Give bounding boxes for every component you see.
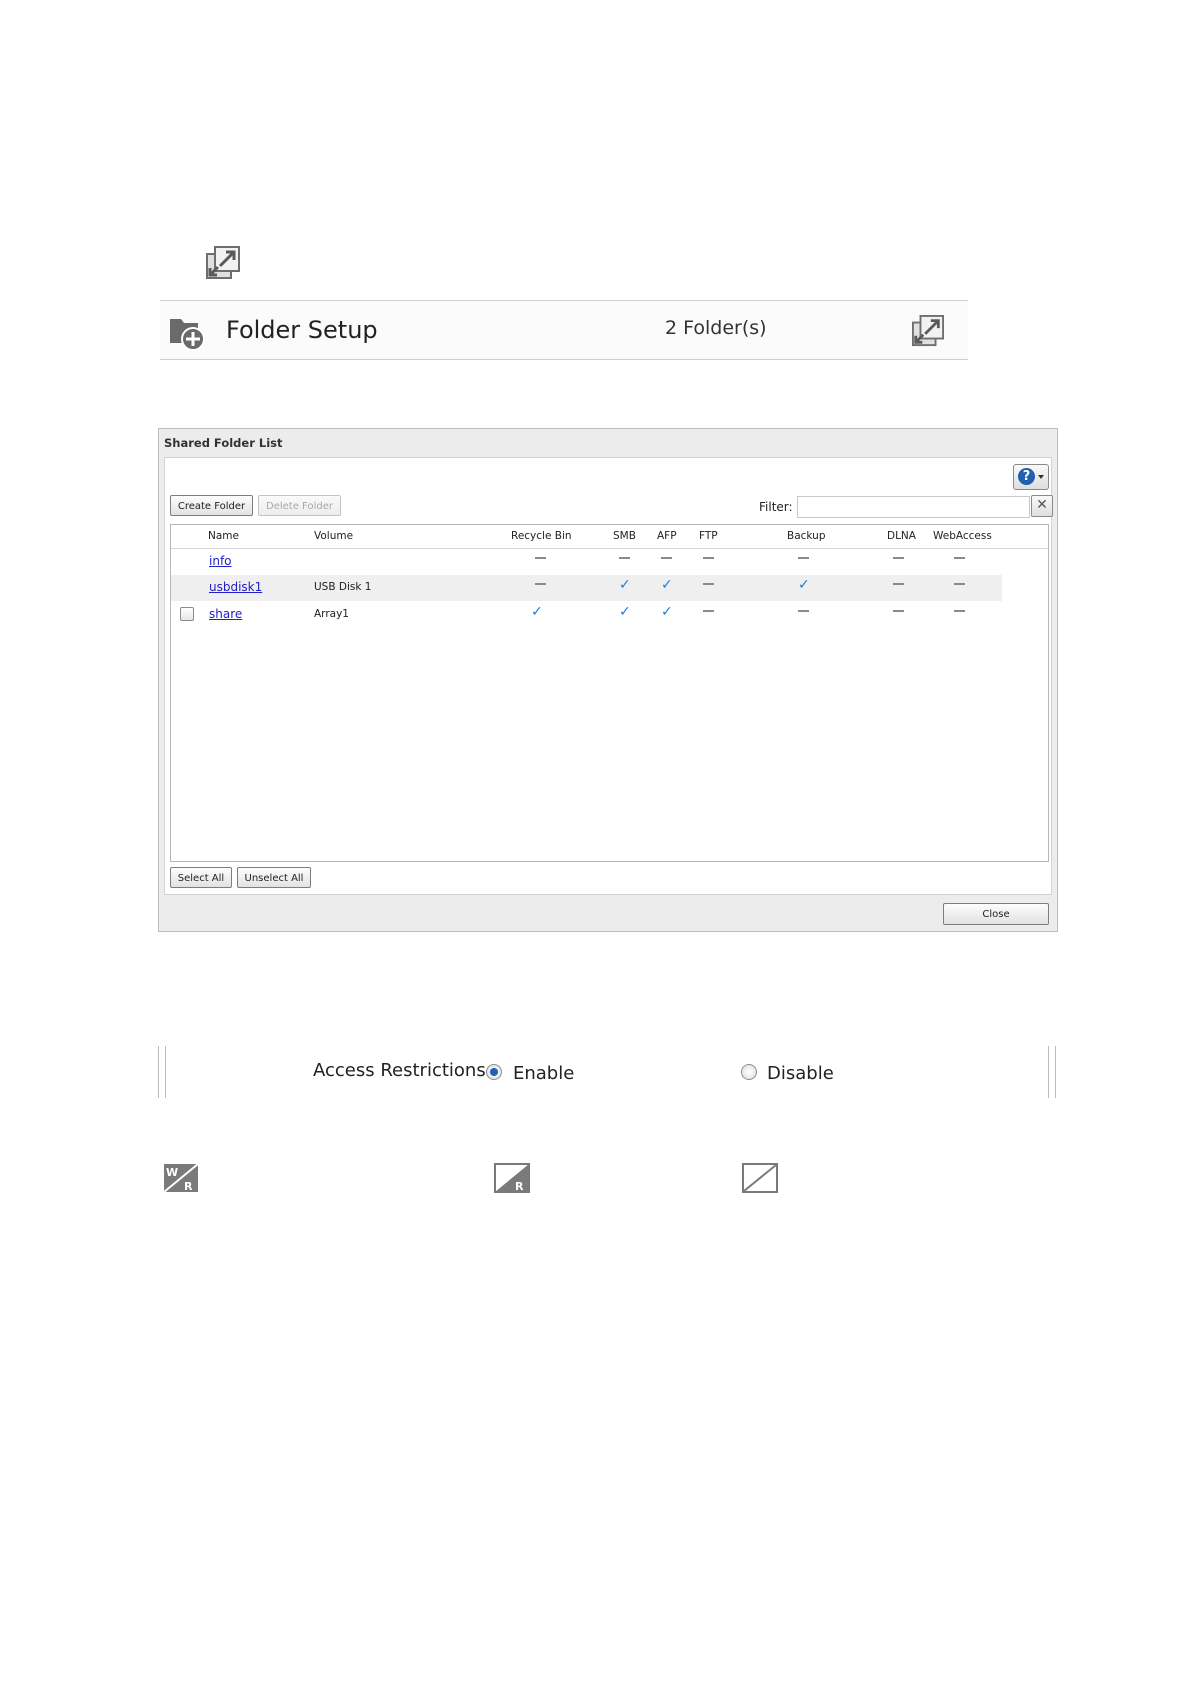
dialog-title: Shared Folder List	[164, 436, 283, 450]
disable-option-label[interactable]: Disable	[767, 1063, 834, 1084]
dash-icon	[798, 610, 809, 612]
caret-down-icon	[1038, 475, 1044, 479]
dash-icon	[798, 557, 809, 559]
page-title: Folder Setup	[226, 316, 378, 344]
expand-icon[interactable]	[912, 315, 944, 347]
check-icon: ✓	[661, 604, 673, 620]
column-header[interactable]: FTP	[699, 530, 718, 542]
dash-icon	[535, 557, 546, 559]
create-folder-button[interactable]: Create Folder	[170, 495, 253, 516]
folder-link[interactable]: info	[209, 554, 232, 568]
radio-selected-icon[interactable]	[486, 1064, 502, 1080]
check-icon: ✓	[531, 604, 543, 620]
filter-input[interactable]	[797, 496, 1030, 518]
check-icon: ✓	[619, 604, 631, 620]
table-row[interactable]: usbdisk1 USB Disk 1 ✓ ✓ ✓	[171, 575, 1002, 601]
folder-link[interactable]: usbdisk1	[209, 580, 262, 594]
folder-count: 2 Folder(s)	[665, 317, 767, 339]
dash-icon	[893, 583, 904, 585]
volume-cell: USB Disk 1	[314, 581, 372, 593]
dash-icon	[661, 557, 672, 559]
check-icon: ✓	[661, 577, 673, 593]
dash-icon	[619, 557, 630, 559]
row-checkbox[interactable]	[180, 607, 194, 621]
radio-unselected-icon[interactable]	[741, 1064, 757, 1080]
dash-icon	[703, 583, 714, 585]
svg-text:R: R	[515, 1180, 524, 1193]
dash-icon	[954, 610, 965, 612]
dialog-body: ? Create Folder Delete Folder Filter: ✕ …	[164, 457, 1053, 895]
table-header: Name Volume Recycle Bin SMB AFP FTP Back…	[171, 525, 1048, 549]
check-icon: ✓	[798, 577, 810, 593]
clear-filter-button[interactable]: ✕	[1031, 495, 1053, 517]
table-row[interactable]: share Array1 ✓ ✓ ✓	[171, 602, 1002, 628]
column-header[interactable]: Backup	[787, 530, 826, 542]
column-header[interactable]: DLNA	[887, 530, 916, 542]
column-header[interactable]: WebAccess	[933, 530, 992, 542]
column-header[interactable]: Name	[208, 530, 239, 542]
question-icon: ?	[1018, 468, 1035, 485]
folder-table: Name Volume Recycle Bin SMB AFP FTP Back…	[170, 524, 1049, 862]
close-button[interactable]: Close	[943, 903, 1049, 925]
dash-icon	[893, 610, 904, 612]
column-header[interactable]: Volume	[314, 530, 353, 542]
dash-icon	[954, 583, 965, 585]
table-row[interactable]: info	[171, 549, 1002, 575]
dash-icon	[893, 557, 904, 559]
divider	[158, 1046, 166, 1098]
enable-option-label[interactable]: Enable	[513, 1063, 574, 1084]
help-button[interactable]: ?	[1013, 464, 1049, 490]
folder-add-icon	[168, 313, 206, 351]
svg-text:R: R	[184, 1180, 193, 1193]
column-header[interactable]: AFP	[657, 530, 677, 542]
dash-icon	[703, 557, 714, 559]
filter-label: Filter:	[759, 500, 793, 514]
check-icon: ✓	[619, 577, 631, 593]
divider	[1048, 1046, 1056, 1098]
folder-setup-bar: Folder Setup 2 Folder(s)	[160, 300, 968, 360]
delete-folder-button[interactable]: Delete Folder	[258, 495, 341, 516]
no-access-icon	[742, 1163, 778, 1193]
dash-icon	[703, 610, 714, 612]
access-restrictions-label: Access Restrictions:	[313, 1060, 492, 1081]
unselect-all-button[interactable]: Unselect All	[237, 867, 311, 888]
svg-text:W: W	[166, 1166, 178, 1179]
folder-link[interactable]: share	[209, 607, 242, 621]
select-all-button[interactable]: Select All	[170, 867, 232, 888]
column-header[interactable]: SMB	[613, 530, 636, 542]
read-only-icon: R	[494, 1163, 530, 1193]
volume-cell: Array1	[314, 608, 349, 620]
dash-icon	[535, 583, 546, 585]
column-header[interactable]: Recycle Bin	[511, 530, 572, 542]
dash-icon	[954, 557, 965, 559]
expand-icon[interactable]	[206, 246, 240, 280]
shared-folder-dialog: Shared Folder List ? Create Folder Delet…	[158, 428, 1058, 932]
read-write-icon: W R	[163, 1163, 199, 1193]
